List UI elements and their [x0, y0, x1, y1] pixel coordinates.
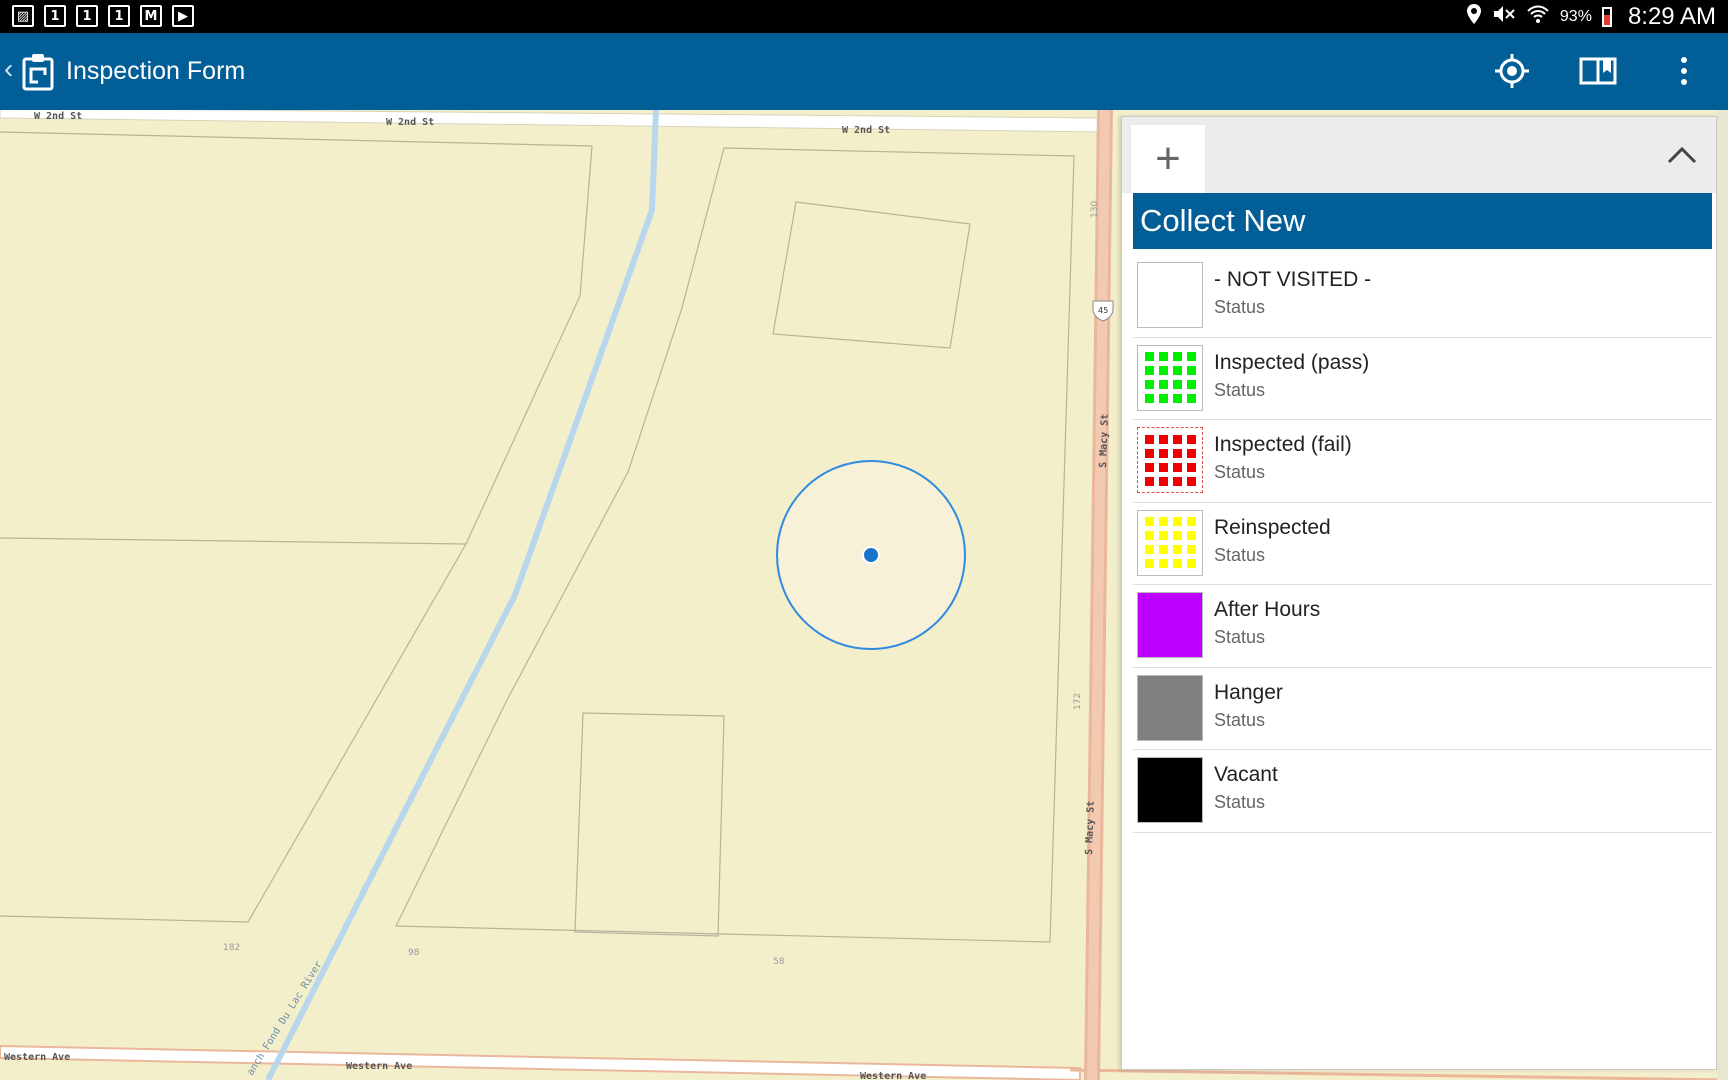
item-title: After Hours: [1214, 598, 1321, 621]
panel-toolbar: +: [1122, 117, 1716, 193]
clock: 8:29 AM: [1627, 2, 1716, 30]
book-icon: [1579, 57, 1617, 85]
add-tab-button[interactable]: +: [1131, 125, 1205, 193]
symbol-swatch: [1137, 757, 1203, 823]
list-item[interactable]: - NOT VISITED - Status: [1133, 255, 1712, 338]
collect-panel: + Collect New - NOT VISITED - Status Inspe…: [1121, 116, 1717, 1070]
list-item[interactable]: After Hours Status: [1133, 585, 1712, 668]
back-chevron-icon[interactable]: ‹: [4, 53, 13, 85]
item-title: Inspected (pass): [1214, 350, 1370, 374]
list-item[interactable]: Inspected (fail) Status: [1133, 420, 1712, 503]
symbol-swatch: [1137, 592, 1203, 658]
symbol-swatch: [1137, 674, 1203, 741]
location-dot: [864, 548, 878, 562]
list-item[interactable]: Hanger Status: [1133, 668, 1712, 750]
item-subtitle: Status: [1214, 379, 1266, 400]
gallery-icon: ▨: [12, 5, 34, 27]
item-subtitle: Status: [1214, 462, 1266, 482]
address-label: 130: [1090, 201, 1100, 218]
address-label: 98: [408, 948, 420, 958]
overflow-menu-button[interactable]: [1662, 49, 1706, 93]
map-edge: [1717, 110, 1728, 1080]
plus-icon: +: [1155, 134, 1181, 183]
item-title: Hanger: [1214, 680, 1283, 704]
clipboard-form-icon[interactable]: [22, 53, 54, 91]
symbol-swatch: [1137, 509, 1203, 576]
item-subtitle: Status: [1214, 627, 1266, 647]
symbol-swatch: [1137, 344, 1203, 411]
street-label: Western Ave: [860, 1071, 926, 1080]
street-label: Western Ave: [4, 1052, 70, 1063]
system-status: 93% 8:29 AM: [1466, 0, 1716, 33]
street-label: W 2nd St: [842, 125, 890, 136]
item-subtitle: Status: [1214, 297, 1266, 317]
list-item[interactable]: Vacant Status: [1133, 750, 1712, 833]
location-icon: [1466, 3, 1482, 30]
svg-text:45: 45: [1098, 306, 1108, 315]
screen: ▨ 1 1 1 M ▶ 93% 8:29 AM ‹ Inspection Form: [0, 0, 1728, 1080]
list-item[interactable]: Reinspected Status: [1133, 503, 1712, 585]
symbol-swatch: [1137, 427, 1203, 493]
calendar-1-icon: 1: [76, 5, 98, 27]
item-title: Vacant: [1214, 763, 1278, 786]
chevron-up-icon: [1667, 146, 1697, 164]
status-bar: ▨ 1 1 1 M ▶ 93% 8:29 AM: [0, 0, 1728, 33]
symbol-swatch: [1137, 262, 1203, 328]
item-subtitle: Status: [1214, 544, 1266, 565]
bookmarks-button[interactable]: [1576, 49, 1620, 93]
app-bar: ‹ Inspection Form: [0, 33, 1728, 110]
calendar-1-icon: 1: [108, 5, 130, 27]
battery-percent: 93%: [1559, 7, 1592, 25]
street-label: S Macy St: [1084, 801, 1097, 856]
item-subtitle: Status: [1214, 709, 1266, 730]
street-label: S Macy St: [1098, 414, 1111, 469]
collapse-button[interactable]: [1662, 135, 1702, 175]
item-title: - NOT VISITED -: [1214, 268, 1372, 291]
notification-icons: ▨ 1 1 1 M ▶: [12, 5, 194, 27]
item-subtitle: Status: [1214, 792, 1266, 812]
wifi-icon: [1526, 3, 1550, 30]
collect-new-header: Collect New: [1133, 193, 1712, 249]
street-label: Western Ave: [346, 1061, 412, 1072]
battery-icon: [1601, 6, 1612, 27]
locate-icon: [1495, 54, 1529, 88]
address-label: 182: [223, 943, 240, 953]
address-label: 58: [773, 957, 785, 967]
overflow-menu-icon: [1681, 57, 1687, 85]
item-title: Reinspected: [1214, 515, 1331, 539]
street-label: W 2nd St: [34, 111, 82, 122]
mute-icon: [1492, 3, 1516, 30]
address-label: 172: [1073, 693, 1083, 710]
street-label: W 2nd St: [386, 117, 434, 128]
list-item[interactable]: Inspected (pass) Status: [1133, 338, 1712, 420]
feature-template-list: - NOT VISITED - Status Inspected (pass) Sta…: [1133, 255, 1712, 833]
page-title: Inspection Form: [66, 57, 246, 85]
locate-button[interactable]: [1490, 49, 1534, 93]
item-title: Inspected (fail): [1214, 433, 1352, 456]
store-bag-icon: ▶: [172, 5, 194, 27]
gmail-icon: M: [140, 5, 162, 27]
calendar-1-icon: 1: [44, 5, 66, 27]
